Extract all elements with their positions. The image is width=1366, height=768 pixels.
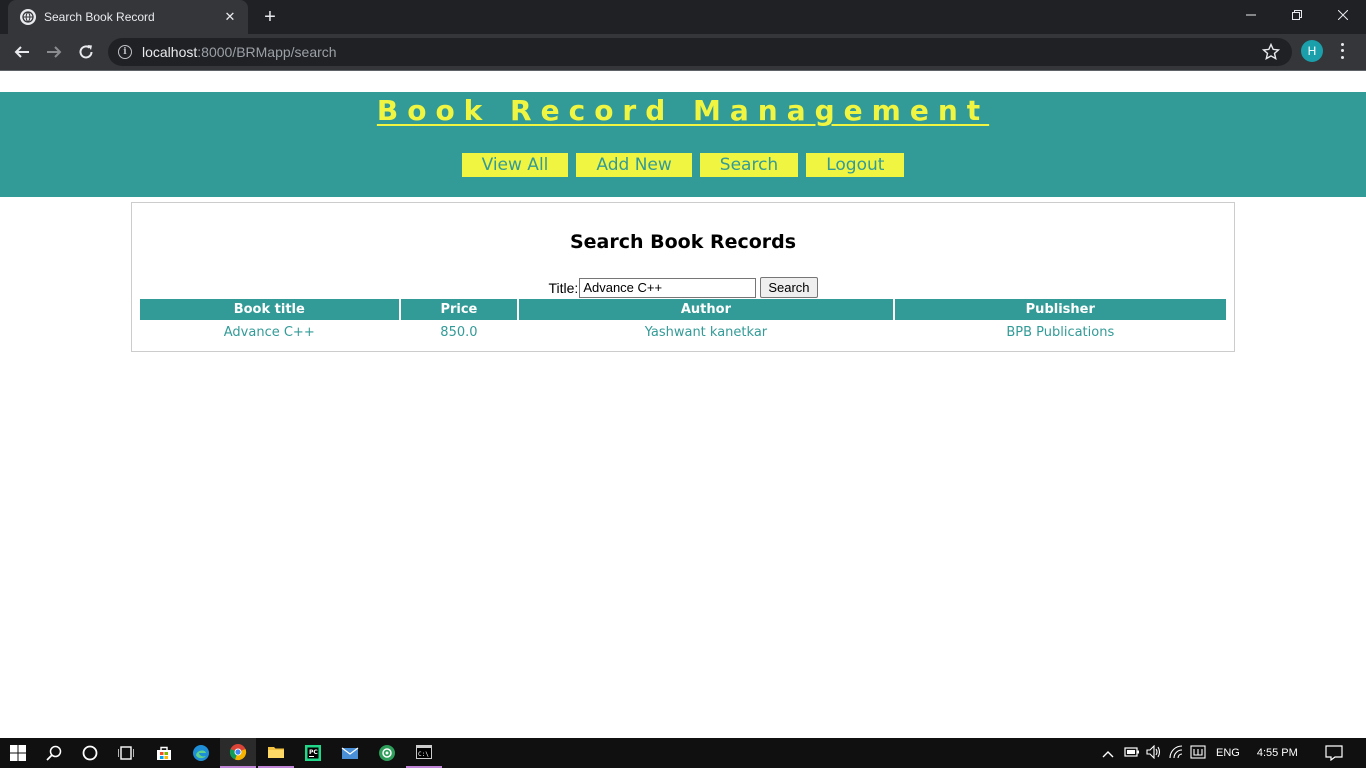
site-title: Book Record Management	[376, 94, 990, 127]
table-row: Advance C++ 850.0 Yashwant kanetkar BPB …	[140, 320, 1226, 345]
search-form: Title: Search	[132, 277, 1234, 298]
file-explorer-icon[interactable]	[258, 738, 294, 768]
close-icon[interactable]: ✕	[222, 9, 238, 25]
language-indicator[interactable]: ENG	[1216, 747, 1240, 759]
page-viewport: Book Record Management View All Add New …	[0, 71, 1366, 738]
forward-icon[interactable]	[41, 39, 67, 65]
url-path: :8000/BRMapp/search	[197, 44, 337, 60]
windows-taskbar: PC C:\ ENG 4:55 PM	[0, 738, 1366, 768]
chrome-icon[interactable]	[220, 738, 256, 768]
notification-icon[interactable]	[1316, 738, 1352, 768]
title-label: Title:	[548, 279, 579, 296]
chevron-up-icon[interactable]	[1100, 746, 1116, 761]
cmd-icon[interactable]: C:\	[406, 738, 442, 768]
pycharm-icon[interactable]: PC	[295, 738, 331, 768]
battery-icon[interactable]	[1124, 746, 1140, 761]
minimize-icon[interactable]	[1228, 0, 1274, 30]
cell-book-title: Advance C++	[223, 325, 315, 340]
system-tray: ENG 4:55 PM	[1100, 738, 1298, 768]
volume-icon[interactable]	[1146, 744, 1162, 762]
header-price: Price	[400, 299, 518, 320]
nav-view-all[interactable]: View All	[461, 153, 569, 177]
search-icon[interactable]	[36, 738, 72, 768]
cell-author: Yashwant kanetkar	[644, 325, 768, 340]
cortana-icon[interactable]	[72, 738, 108, 768]
nav-logout[interactable]: Logout	[806, 153, 905, 177]
site-nav: View All Add New Search Logout	[0, 153, 1366, 177]
search-button[interactable]: Search	[760, 277, 818, 298]
header-book-title: Book title	[140, 299, 399, 320]
nav-search[interactable]: Search	[699, 153, 799, 177]
plus-icon[interactable]: +	[258, 6, 282, 28]
reload-icon[interactable]	[73, 39, 99, 65]
cell-publisher: BPB Publications	[1006, 325, 1115, 340]
url-host: localhost	[142, 44, 198, 60]
cell-price: 850.0	[440, 325, 478, 340]
star-icon[interactable]	[1261, 42, 1281, 61]
clock[interactable]: 4:55 PM	[1257, 747, 1298, 759]
search-panel: Search Book Records Title: Search Book t…	[131, 202, 1235, 352]
restore-icon[interactable]	[1274, 0, 1320, 30]
back-icon[interactable]	[9, 39, 35, 65]
edge-icon[interactable]	[183, 738, 219, 768]
info-icon[interactable]: i	[118, 45, 132, 59]
menu-icon[interactable]	[1334, 41, 1350, 61]
store-icon[interactable]	[146, 738, 182, 768]
window-close-icon[interactable]	[1320, 0, 1366, 30]
table-header-row: Book title Price Author Publisher	[140, 299, 1226, 320]
globe-icon	[20, 9, 36, 25]
browser-tab-strip: Search Book Record ✕ +	[0, 0, 1366, 34]
green-app-icon[interactable]	[369, 738, 405, 768]
task-view-icon[interactable]	[108, 738, 144, 768]
svg-text:PC: PC	[309, 749, 318, 756]
avatar[interactable]: H	[1301, 40, 1323, 62]
url-text: localhost:8000/BRMapp/search	[142, 44, 337, 60]
browser-tab[interactable]: Search Book Record ✕	[8, 0, 248, 34]
site-header: Book Record Management View All Add New …	[0, 92, 1366, 197]
page-title: Search Book Records	[569, 231, 797, 253]
address-bar[interactable]: i localhost:8000/BRMapp/search	[108, 38, 1292, 66]
header-author: Author	[519, 299, 893, 320]
results-table: Book title Price Author Publisher Advanc…	[138, 299, 1228, 345]
title-search-input[interactable]	[579, 277, 757, 298]
wifi-icon[interactable]	[1168, 744, 1184, 762]
ime-icon[interactable]	[1190, 744, 1206, 762]
start-icon[interactable]	[0, 738, 36, 768]
tab-title: Search Book Record	[44, 10, 155, 24]
mail-icon[interactable]	[332, 738, 368, 768]
header-publisher: Publisher	[894, 299, 1226, 320]
browser-toolbar: i localhost:8000/BRMapp/search H	[0, 34, 1366, 70]
nav-add-new[interactable]: Add New	[576, 153, 692, 177]
svg-text:C:\: C:\	[418, 751, 429, 758]
